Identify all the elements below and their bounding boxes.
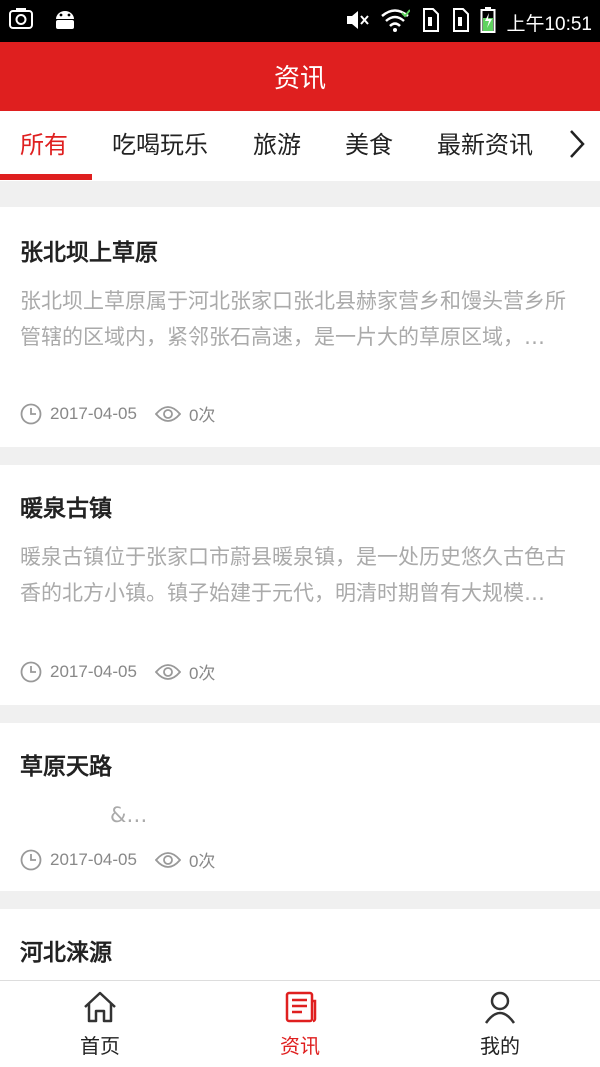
- android-icon: [52, 6, 78, 36]
- article-card[interactable]: 张北坝上草原 张北坝上草原属于河北张家口张北县赫家营乡和馒头营乡所管辖的区域内，…: [0, 207, 600, 447]
- article-date: 2017-04-05: [50, 849, 137, 869]
- clock-text: 上午10:51: [506, 13, 592, 35]
- eye-icon: [154, 662, 181, 682]
- article-title: 河北涞源: [20, 940, 112, 966]
- tab-travel[interactable]: 旅游: [253, 111, 301, 181]
- article-meta: 2017-04-05 0次: [20, 401, 215, 426]
- active-tab-indicator: [0, 174, 92, 180]
- tab-food-fun[interactable]: 吃喝玩乐: [112, 111, 208, 181]
- article-summary: &…: [110, 803, 148, 827]
- article-card[interactable]: 草原天路 &… 2017-04-05 0次: [0, 723, 600, 891]
- battery-icon: [480, 6, 496, 38]
- chevron-right-icon: [567, 128, 587, 164]
- nav-news[interactable]: 资讯: [200, 981, 400, 1067]
- clock-icon: [20, 661, 42, 683]
- article-summary: 张北坝上草原属于河北张家口张北县赫家营乡和馒头营乡所管辖的区域内，紧邻张石高速，…: [20, 289, 566, 349]
- nav-profile-label: 我的: [480, 1034, 520, 1058]
- app-header: 资讯: [0, 42, 600, 111]
- news-icon: [282, 990, 318, 1028]
- article-views: 0次: [188, 406, 216, 425]
- clock-icon: [20, 849, 42, 871]
- article-card[interactable]: 暖泉古镇 暖泉古镇位于张家口市蔚县暖泉镇，是一处历史悠久古色古香的北方小镇。镇子…: [0, 465, 600, 705]
- person-icon: [482, 990, 518, 1028]
- article-date: 2017-04-05: [50, 403, 137, 423]
- article-meta: 2017-04-05 0次: [20, 847, 215, 872]
- tab-all[interactable]: 所有: [20, 111, 68, 181]
- article-title: 暖泉古镇: [20, 496, 112, 522]
- article-card[interactable]: 河北涞源: [0, 909, 600, 980]
- wifi-icon: [380, 7, 412, 37]
- article-summary: 暖泉古镇位于张家口市蔚县暖泉镇，是一处历史悠久古色古香的北方小镇。镇子始建于元代…: [20, 545, 566, 605]
- page-title: 资讯: [273, 64, 326, 94]
- nav-profile[interactable]: 我的: [400, 981, 600, 1067]
- sim1-icon: [420, 7, 440, 37]
- eye-icon: [154, 850, 181, 870]
- status-bar: 上午10:51: [0, 0, 600, 42]
- article-title: 张北坝上草原: [20, 240, 158, 266]
- nav-home-label: 首页: [80, 1034, 120, 1058]
- article-title: 草原天路: [20, 754, 112, 780]
- nav-news-label: 资讯: [280, 1034, 320, 1058]
- nav-home[interactable]: 首页: [0, 981, 200, 1067]
- article-meta: 2017-04-05 0次: [20, 659, 215, 684]
- mute-icon: [344, 7, 370, 37]
- article-views: 0次: [188, 852, 216, 871]
- bottom-navigation: 首页 资讯 我的: [0, 980, 600, 1067]
- screenshot-icon: [8, 6, 34, 36]
- tab-latest[interactable]: 最新资讯: [437, 111, 533, 181]
- article-date: 2017-04-05: [50, 661, 137, 681]
- category-tabs: 所有 吃喝玩乐 旅游 美食 最新资讯: [0, 111, 600, 181]
- tabs-scroll-right-button[interactable]: [554, 111, 600, 181]
- sim2-icon: [450, 7, 470, 37]
- home-icon: [82, 990, 118, 1028]
- eye-icon: [154, 404, 181, 424]
- clock-icon: [20, 403, 42, 425]
- article-views: 0次: [188, 664, 216, 683]
- tab-cuisine[interactable]: 美食: [345, 111, 393, 181]
